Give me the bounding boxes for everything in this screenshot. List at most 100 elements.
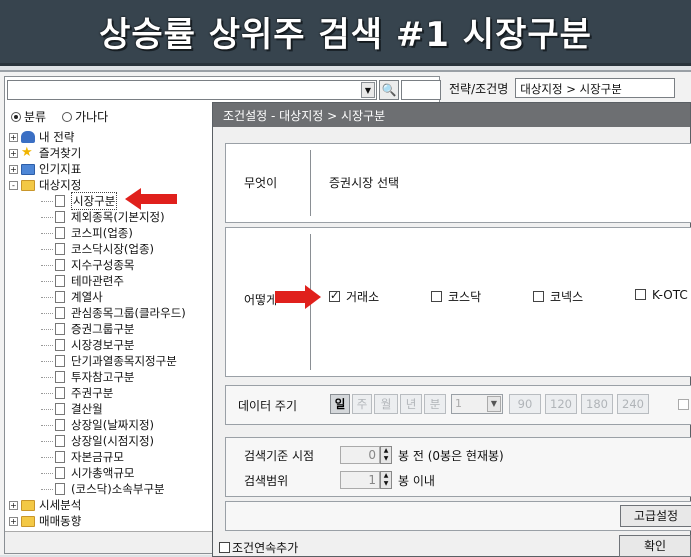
search-combo[interactable]: ▼ xyxy=(7,80,377,100)
tree-leaf[interactable]: 제외종목(기본지정) xyxy=(9,209,214,225)
tree-leaf-label: 관심종목그룹(클라우드) xyxy=(71,306,186,320)
tree-leaf-label: 계열사 xyxy=(71,290,103,304)
spinner-icon[interactable]: ▲ ▼ xyxy=(380,471,392,489)
tree-leaf[interactable]: 단기과열종목지정구분 xyxy=(9,353,214,369)
tree-leaf-label: (코스닥)소속부구분 xyxy=(71,482,165,496)
period-day-button[interactable]: 일 xyxy=(330,394,350,414)
checkbox-icon[interactable] xyxy=(431,291,442,302)
sort-radio-group: 분류 가나다 xyxy=(11,108,108,125)
tree-leaf[interactable]: 테마관련주 xyxy=(9,273,214,289)
expand-icon[interactable]: + xyxy=(9,132,18,142)
range-input[interactable]: 1 xyxy=(340,471,380,489)
tree-leaf[interactable]: 상장일(날짜지정) xyxy=(9,417,214,433)
tree-item-price-analysis[interactable]: + 시세분석 xyxy=(9,497,214,513)
tree-leaf[interactable]: (코스닥)소속부구분 xyxy=(9,481,214,497)
expand-icon[interactable]: + xyxy=(9,164,18,174)
tree-leaf-label: 투자참고구분 xyxy=(71,370,135,384)
annotation-arrow-right-icon xyxy=(275,285,321,309)
tree-leaf[interactable]: 투자참고구분 xyxy=(9,369,214,385)
condition-settings-dialog: 조건설정 - 대상지정 > 시장구분 무엇이 증권시장 선택 어떻게 거래소 코… xyxy=(212,102,691,557)
what-value: 증권시장 선택 xyxy=(329,176,400,190)
expand-icon[interactable]: + xyxy=(9,500,18,510)
advanced-settings-button[interactable]: 고급설정 xyxy=(620,505,691,527)
folder-icon xyxy=(21,163,35,175)
tree-leaf-label: 결산월 xyxy=(71,402,103,416)
search-icon[interactable]: 🔍 xyxy=(379,80,399,100)
tree-item-label: 시세분석 xyxy=(39,498,82,512)
continuous-add-option[interactable]: 조건연속추가 xyxy=(219,539,298,556)
base-point-input[interactable]: 0 xyxy=(340,446,380,464)
search-extra-field[interactable] xyxy=(401,80,441,100)
tree-item-target[interactable]: - 대상지정 xyxy=(9,177,214,193)
strategy-header: 전략/조건명 대상지정 > 시장구분 xyxy=(446,78,676,98)
tree-leaf[interactable]: 관심종목그룹(클라우드) xyxy=(9,305,214,321)
tree-item-popular[interactable]: + 인기지표 xyxy=(9,161,214,177)
document-icon xyxy=(55,403,65,415)
strategy-name-field[interactable]: 대상지정 > 시장구분 xyxy=(515,78,676,98)
document-icon xyxy=(55,435,65,447)
tree-leaf-label: 코스피(업종) xyxy=(71,226,133,240)
tree-leaf[interactable]: 코스닥시장(업종) xyxy=(9,241,214,257)
minute-preset-button[interactable]: 180 xyxy=(581,394,613,414)
search-criteria-section: 검색기준 시점 0 ▲ ▼ 봉 전 (0봉은 현재봉) 검색범위 1 ▲ ▼ 봉 이… xyxy=(225,437,691,497)
minute-preset-button[interactable]: 240 xyxy=(617,394,649,414)
option-kosdaq[interactable]: 코스닥 xyxy=(431,288,533,305)
confirm-button[interactable]: 확인 xyxy=(619,535,691,557)
chevron-down-icon[interactable]: ▼ xyxy=(361,82,375,98)
tree-leaf[interactable]: 증권그룹구분 xyxy=(9,321,214,337)
document-icon xyxy=(55,339,65,351)
tree-item-favorites[interactable]: + ★ 즐겨찾기 xyxy=(9,145,214,161)
document-icon xyxy=(55,371,65,383)
tree-leaf[interactable]: 계열사 xyxy=(9,289,214,305)
option-kospi[interactable]: 거래소 xyxy=(329,288,431,305)
checkbox-checked-icon[interactable] xyxy=(329,289,340,302)
option-kotc[interactable]: K-OTC xyxy=(635,288,691,305)
period-minute-button[interactable]: 분 xyxy=(424,394,446,414)
checkbox-icon[interactable] xyxy=(219,542,230,553)
period-year-button[interactable]: 년 xyxy=(400,394,422,414)
chevron-down-icon[interactable]: ▼ xyxy=(487,396,501,412)
tree-leaf-label: 상장일(날짜지정) xyxy=(71,418,155,432)
tree-leaf[interactable]: 코스피(업종) xyxy=(9,225,214,241)
banner-title: 상승률 상위주 검색 #1 시장구분 xyxy=(99,15,592,55)
tree-leaf[interactable]: 시장경보구분 xyxy=(9,337,214,353)
collapse-icon[interactable]: - xyxy=(9,180,18,190)
base-point-label: 검색기준 시점 xyxy=(244,448,315,463)
tree-leaf[interactable]: 시가총액규모 xyxy=(9,465,214,481)
tree-leaf-label: 코스닥시장(업종) xyxy=(71,242,155,256)
tree-leaf[interactable]: 지수구성종목 xyxy=(9,257,214,273)
checkbox-icon[interactable] xyxy=(678,399,689,410)
radio-alphabetical[interactable]: 가나다 xyxy=(62,108,108,125)
tree-leaf-label: 주권구분 xyxy=(71,386,114,400)
dialog-title: 조건설정 - 대상지정 > 시장구분 xyxy=(213,103,690,127)
document-icon xyxy=(55,195,65,207)
period-month-button[interactable]: 월 xyxy=(374,394,398,414)
option-konex[interactable]: 코넥스 xyxy=(533,288,635,305)
checkbox-icon[interactable] xyxy=(533,291,544,302)
tree-leaf[interactable]: 자본금규모 xyxy=(9,449,214,465)
tree-leaf-market[interactable]: 시장구분 xyxy=(9,192,214,210)
tree-leaf-label: 증권그룹구분 xyxy=(71,322,135,336)
spinner-icon[interactable]: ▲ ▼ xyxy=(380,446,392,464)
range-suffix: 봉 이내 xyxy=(398,473,435,488)
minute-preset-button[interactable]: 90 xyxy=(509,394,541,414)
tree-leaf[interactable]: 주권구분 xyxy=(9,385,214,401)
option-label: K-OTC xyxy=(652,288,688,302)
checkbox-icon[interactable] xyxy=(635,289,646,300)
tree-leaf[interactable]: 상장일(시점지정) xyxy=(9,433,214,449)
folder-icon xyxy=(21,499,35,511)
expand-icon[interactable]: + xyxy=(9,516,18,526)
document-icon xyxy=(55,291,65,303)
tree-item-label: 대상지정 xyxy=(39,178,82,192)
radio-category[interactable]: 분류 xyxy=(11,108,46,125)
document-icon xyxy=(55,467,65,479)
tree-leaf-label: 시장구분 xyxy=(71,192,118,210)
document-icon xyxy=(55,323,65,335)
minute-preset-button[interactable]: 120 xyxy=(545,394,577,414)
tree-item-my-strategy[interactable]: + 내 전략 xyxy=(9,129,214,145)
minute-interval-select[interactable]: 1 ▼ xyxy=(451,394,503,414)
tree-item-trading-trend[interactable]: + 매매동향 xyxy=(9,513,214,529)
expand-icon[interactable]: + xyxy=(9,148,18,158)
period-week-button[interactable]: 주 xyxy=(352,394,372,414)
tree-leaf[interactable]: 결산월 xyxy=(9,401,214,417)
